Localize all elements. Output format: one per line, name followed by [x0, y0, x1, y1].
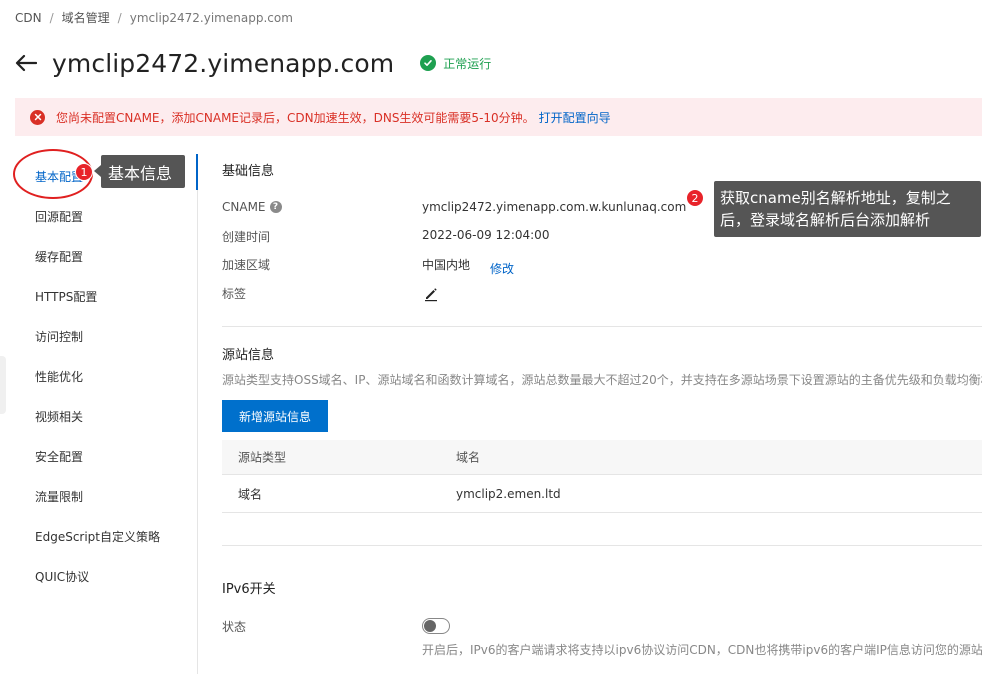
- created-time-label: 创建时间: [222, 230, 271, 244]
- sidebar-item-security[interactable]: 安全配置: [35, 448, 83, 465]
- sidebar-collapse-handle[interactable]: [0, 356, 6, 414]
- sidebar: 基本配置 回源配置 缓存配置 HTTPS配置 访问控制 性能优化 视频相关 安全…: [0, 154, 198, 674]
- column-header-origin-type: 源站类型: [238, 450, 287, 465]
- ipv6-toggle[interactable]: [422, 618, 450, 634]
- section-divider: [222, 326, 982, 327]
- breadcrumb-separator: /: [49, 10, 54, 25]
- arrow-left-icon[interactable]: [14, 51, 38, 75]
- question-circle-icon[interactable]: ?: [269, 201, 282, 213]
- cname-label-text: CNAME: [222, 200, 266, 214]
- ipv6-title: IPv6开关: [222, 582, 276, 597]
- cname-label: CNAME ?: [222, 200, 282, 214]
- sidebar-item-video[interactable]: 视频相关: [35, 408, 83, 425]
- sidebar-item-traffic-limit[interactable]: 流量限制: [35, 488, 83, 505]
- sidebar-active-indicator: [196, 154, 198, 190]
- origin-domain-cell: ymclip2.emen.ltd: [456, 487, 561, 501]
- origin-table-header: 源站类型 域名: [222, 440, 982, 475]
- breadcrumb-cdn[interactable]: CDN: [15, 11, 42, 25]
- sidebar-item-cache-config[interactable]: 缓存配置: [35, 248, 83, 265]
- annotation-badge-2: 2: [686, 189, 704, 207]
- breadcrumb-domain-management[interactable]: 域名管理: [62, 9, 110, 26]
- basic-info-title: 基础信息: [222, 164, 275, 179]
- sidebar-item-access-control[interactable]: 访问控制: [35, 328, 83, 345]
- origin-description: 源站类型支持OSS域名、IP、源站域名和函数计算域名，源站总数量最大不超过20个…: [222, 373, 982, 387]
- pencil-icon[interactable]: [423, 286, 439, 302]
- cname-value: ymclip2472.yimenapp.com.w.kunlunaq.com: [422, 200, 687, 214]
- sidebar-item-performance[interactable]: 性能优化: [35, 368, 83, 385]
- section-divider: [222, 545, 982, 546]
- ipv6-hint: 开启后，IPv6的客户端请求将支持以ipv6协议访问CDN，CDN也将携带ipv…: [422, 643, 982, 657]
- add-origin-button[interactable]: 新增源站信息: [222, 400, 328, 432]
- annotation-note-cname: 获取cname别名解析地址，复制之后，登录域名解析后台添加解析: [714, 181, 981, 237]
- table-row: 域名 ymclip2.emen.ltd: [222, 476, 982, 513]
- annotation-tag-basic-info: 基本信息: [94, 155, 185, 188]
- breadcrumb-separator: /: [117, 10, 122, 25]
- region-edit-link[interactable]: 修改: [490, 260, 514, 277]
- tag-label: 标签: [222, 287, 247, 301]
- created-time-value: 2022-06-09 12:04:00: [422, 228, 550, 242]
- column-header-domain: 域名: [456, 450, 481, 465]
- toggle-knob: [424, 620, 436, 632]
- ipv6-status-label: 状态: [222, 620, 247, 634]
- main-content: 基础信息 CNAME ? ymclip2472.yimenapp.com.w.k…: [222, 0, 982, 674]
- sidebar-item-edgescript[interactable]: EdgeScript自定义策略: [35, 528, 160, 545]
- close-circle-icon: [30, 109, 45, 125]
- origin-info-title: 源站信息: [222, 348, 275, 363]
- sidebar-item-https-config[interactable]: HTTPS配置: [35, 288, 97, 305]
- region-value: 中国内地: [422, 258, 471, 272]
- sidebar-item-quic[interactable]: QUIC协议: [35, 568, 89, 585]
- region-label: 加速区域: [222, 258, 271, 272]
- annotation-badge-1: 1: [75, 163, 93, 181]
- sidebar-item-origin-config[interactable]: 回源配置: [35, 208, 83, 225]
- origin-type-cell: 域名: [238, 487, 263, 502]
